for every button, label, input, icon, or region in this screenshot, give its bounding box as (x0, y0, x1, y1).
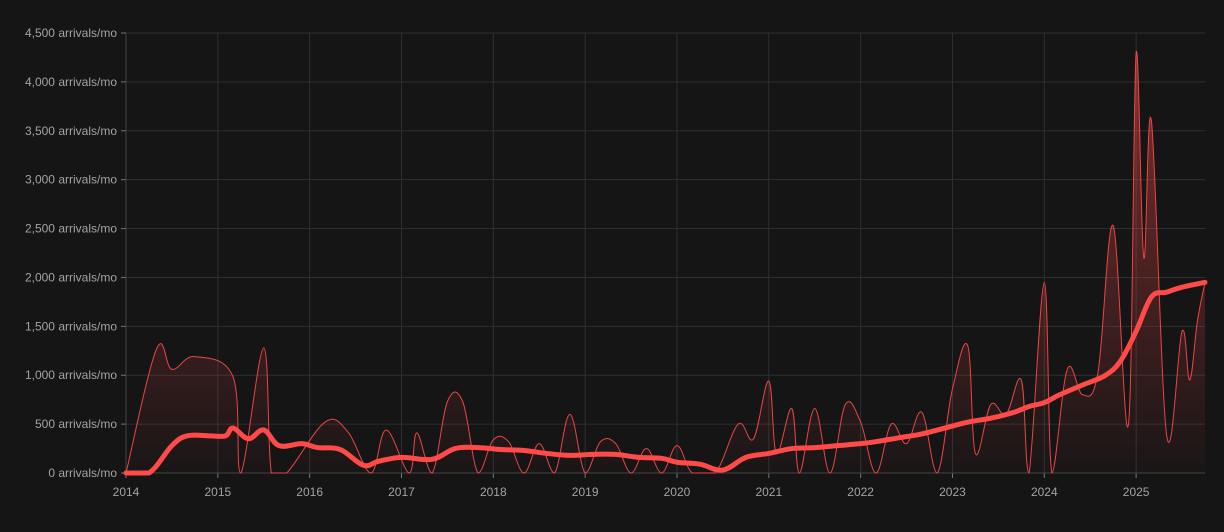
x-tick-label: 2025 (1123, 485, 1150, 499)
x-tick-label: 2018 (480, 485, 507, 499)
y-tick-label: 1,500 arrivals/mo (25, 319, 117, 333)
x-tick-label: 2015 (204, 485, 231, 499)
y-tick-label: 2,000 arrivals/mo (25, 270, 117, 284)
x-tick-label: 2021 (755, 485, 782, 499)
x-tick-label: 2016 (296, 485, 323, 499)
x-tick-label: 2024 (1031, 485, 1058, 499)
y-tick-label: 2,500 arrivals/mo (25, 222, 117, 236)
x-tick-label: 2019 (572, 485, 599, 499)
x-tick-label: 2014 (113, 485, 140, 499)
y-tick-label: 1,000 arrivals/mo (25, 368, 117, 382)
x-tick-label: 2022 (847, 485, 874, 499)
y-tick-label: 4,500 arrivals/mo (25, 26, 117, 40)
x-tick-label: 2017 (388, 485, 415, 499)
y-tick-label: 4,000 arrivals/mo (25, 75, 117, 89)
y-tick-label: 500 arrivals/mo (35, 417, 117, 431)
x-tick-label: 2020 (664, 485, 691, 499)
y-tick-label: 0 arrivals/mo (48, 466, 117, 480)
y-tick-label: 3,000 arrivals/mo (25, 173, 117, 187)
line-chart: 0 arrivals/mo 500 arrivals/mo 1,000 arriva… (0, 0, 1224, 532)
y-tick-label: 3,500 arrivals/mo (25, 124, 117, 138)
x-tick-label: 2023 (939, 485, 966, 499)
